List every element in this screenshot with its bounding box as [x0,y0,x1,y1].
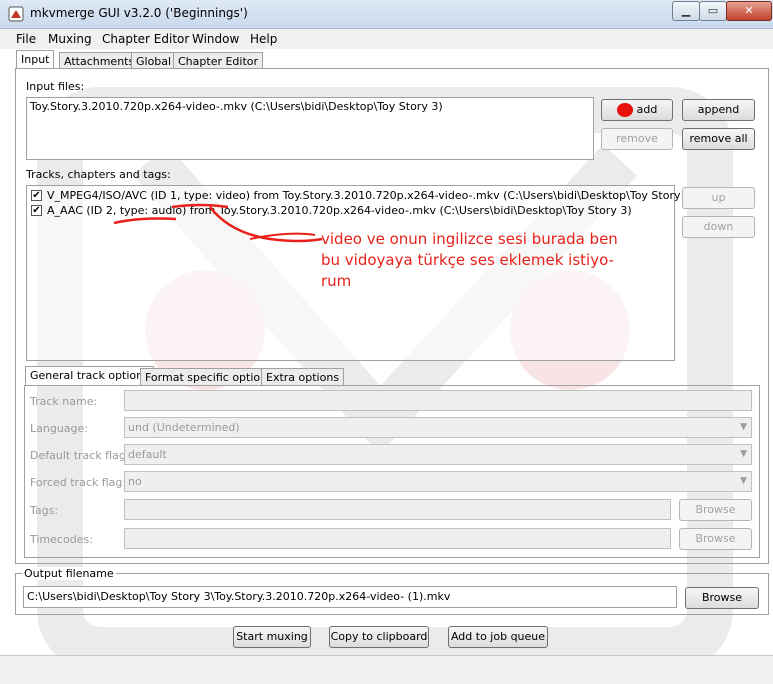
forced-flag-value: no [128,475,142,488]
language-value: und (Undetermined) [128,421,240,434]
window-title: mkvmerge GUI v3.2.0 ('Beginnings') [30,6,248,20]
maximize-button[interactable]: ▭ [699,1,727,21]
remove-all-button[interactable]: remove all [682,128,755,150]
title-bar: mkvmerge GUI v3.2.0 ('Beginnings') ▁ ▭ ✕ [0,0,773,29]
menu-bar: File Muxing Chapter Editor Window Help [0,29,773,49]
app-icon [8,6,24,22]
forced-flag-label: Forced track flag: [30,476,127,489]
default-flag-select[interactable]: default ▼ [124,444,752,465]
output-filename-field[interactable]: C:\Users\bidi\Desktop\Toy Story 3\Toy.St… [23,586,677,608]
language-label: Language: [30,422,88,435]
tab-input[interactable]: Input [16,50,55,69]
add-button[interactable]: add [601,99,673,121]
tab-extra-options[interactable]: Extra options [261,368,345,385]
record-dot-icon [616,103,633,117]
annotation-text: video ve onun ingilizce sesi burada ben … [321,229,651,292]
chevron-down-icon: ▼ [740,449,747,459]
track-name-field[interactable] [124,390,752,411]
remove-button[interactable]: remove [601,128,673,150]
default-flag-value: default [128,448,167,461]
start-muxing-button[interactable]: Start muxing [233,626,311,648]
annotation-line-3: rum [321,272,352,290]
tab-format-specific-options[interactable]: Format specific options [140,368,278,385]
track-2-checkbox[interactable]: ✔ [31,205,42,216]
minimize-button[interactable]: ▁ [672,1,700,21]
up-button[interactable]: up [682,187,755,209]
default-flag-label: Default track flag: [30,449,130,462]
add-button-label: add [636,103,658,116]
tags-browse-button[interactable]: Browse [679,499,752,521]
add-to-job-queue-button[interactable]: Add to job queue [448,626,548,648]
menu-muxing[interactable]: Muxing [48,32,92,46]
language-select[interactable]: und (Undetermined) ▼ [124,417,752,438]
track-1-checkbox[interactable]: ✔ [31,190,42,201]
menu-file[interactable]: File [16,32,36,46]
menu-chapter-editor[interactable]: Chapter Editor [102,32,189,46]
status-bar [0,655,773,684]
input-file-item[interactable]: Toy.Story.3.2010.720p.x264-video-.mkv (C… [27,98,593,115]
annotation-line-2: bu vidoyaya türkçe ses eklemek istiyo- [321,251,614,269]
chevron-down-icon: ▼ [740,476,747,486]
tab-general-track-options[interactable]: General track options [25,366,154,385]
tab-attachments[interactable]: Attachments [59,52,140,69]
copy-to-clipboard-button[interactable]: Copy to clipboard [329,626,429,648]
tab-chapter-editor[interactable]: Chapter Editor [173,52,264,69]
down-button[interactable]: down [682,216,755,238]
annotation-line-1: video ve onun ingilizce sesi burada ben [321,230,618,248]
menu-window[interactable]: Window [192,32,239,46]
tab-global[interactable]: Global [131,52,177,69]
timecodes-label: Timecodes: [30,533,93,546]
input-files-list[interactable]: Toy.Story.3.2010.720p.x264-video-.mkv (C… [26,97,594,160]
output-filename-label: Output filename [22,567,116,580]
forced-flag-select[interactable]: no ▼ [124,471,752,492]
tags-label: Tags: [30,504,59,517]
close-button[interactable]: ✕ [726,1,772,21]
output-browse-button[interactable]: Browse [685,587,759,609]
annotation-scribble [113,203,323,243]
timecodes-browse-button[interactable]: Browse [679,528,752,550]
tracks-label: Tracks, chapters and tags: [26,168,171,181]
append-button[interactable]: append [682,99,755,121]
timecodes-field[interactable] [124,528,671,549]
chevron-down-icon: ▼ [740,422,747,432]
tags-field[interactable] [124,499,671,520]
track-name-label: Track name: [30,395,98,408]
menu-help[interactable]: Help [250,32,277,46]
input-files-label: Input files: [26,80,85,93]
